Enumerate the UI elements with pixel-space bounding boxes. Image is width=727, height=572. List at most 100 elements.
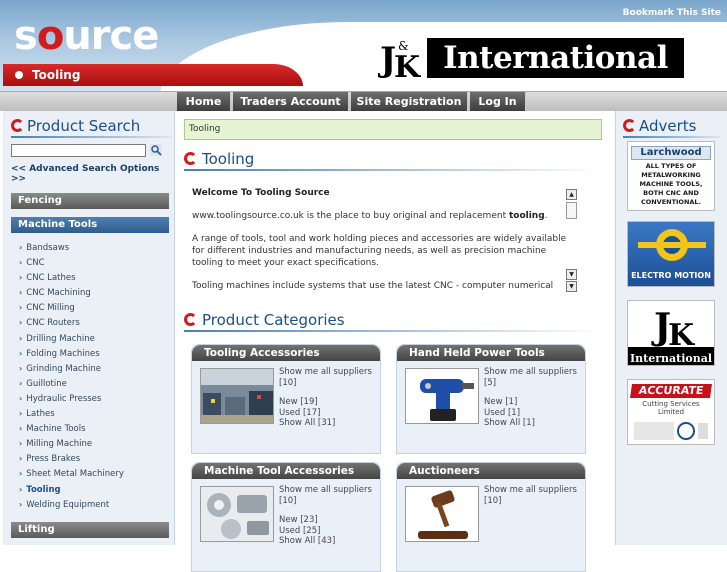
- subcategory-item[interactable]: › Press Brakes: [11, 451, 169, 466]
- product-search-heading: Product Search: [11, 117, 140, 135]
- product-search-title: Product Search: [27, 117, 141, 135]
- new-count-link[interactable]: New [1]: [484, 397, 584, 408]
- subcategory-item[interactable]: › Drilling Machine: [11, 331, 169, 346]
- show-all-link[interactable]: Show All [31]: [279, 418, 379, 429]
- chevron-right-icon: ›: [19, 424, 23, 434]
- intro-paragraph-3: Tooling machines include systems that us…: [192, 281, 554, 291]
- card-title[interactable]: Tooling Accessories: [192, 345, 380, 361]
- subcategory-label: Milling Machine: [26, 439, 93, 450]
- show-suppliers-link[interactable]: Show me all suppliers [5]: [484, 367, 584, 388]
- page-title: Tooling: [184, 150, 254, 168]
- subcategory-label: CNC Machining: [26, 288, 91, 299]
- category-card: Auctioneers Show me all suppliers [10]: [396, 462, 586, 572]
- subcategory-item-current[interactable]: › Tooling: [11, 482, 169, 497]
- scroll-down-arrow-icon[interactable]: ▼: [566, 269, 577, 280]
- scrollbar-thumb[interactable]: [566, 202, 577, 219]
- subcategory-item[interactable]: › Hydraulic Presses: [11, 391, 169, 406]
- subcategory-item[interactable]: › CNC: [11, 255, 169, 270]
- category-machine-tools[interactable]: Machine Tools: [11, 217, 169, 233]
- chevron-right-icon: ›: [19, 393, 23, 403]
- used-count-link[interactable]: Used [25]: [279, 526, 379, 537]
- advert-accurate[interactable]: ACCURATE Cutting Services Limited: [627, 379, 715, 445]
- used-count-link[interactable]: Used [17]: [279, 408, 379, 419]
- card-info: Show me all suppliers [10]: [484, 485, 584, 506]
- card-title[interactable]: Machine Tool Accessories: [192, 463, 380, 479]
- power-drill-image[interactable]: [405, 368, 479, 424]
- subcategory-item[interactable]: › Folding Machines: [11, 346, 169, 361]
- intro-scrollbar[interactable]: ▲ ▼ ▼: [566, 189, 577, 292]
- subcategory-item[interactable]: › Grinding Machine: [11, 361, 169, 376]
- card-info: Show me all suppliers [5] New [1] Used […: [484, 367, 584, 429]
- subcategory-item[interactable]: › CNC Milling: [11, 300, 169, 315]
- categories-heading: Product Categories: [184, 311, 345, 329]
- nav-traders-account[interactable]: Traders Account: [233, 92, 349, 111]
- electro-motion-logo-icon: [638, 229, 706, 261]
- show-suppliers-link[interactable]: Show me all suppliers [10]: [484, 485, 584, 506]
- subcategory-label: Press Brakes: [26, 454, 81, 465]
- subcategory-item[interactable]: › Welding Equipment: [11, 497, 169, 512]
- advert-larchwood[interactable]: Larchwood ALL TYPES OF METALWORKING MACH…: [627, 141, 715, 211]
- search-icon[interactable]: [150, 144, 162, 156]
- subcategory-label: Sheet Metal Machinery: [26, 469, 124, 480]
- site-logo[interactable]: source: [14, 13, 159, 59]
- section-title-bar: Tooling: [3, 64, 303, 86]
- sponsor-banner[interactable]: J K & International: [378, 37, 726, 79]
- card-title[interactable]: Hand Held Power Tools: [397, 345, 585, 361]
- heading-underline: [623, 136, 721, 138]
- nav-home[interactable]: Home: [177, 92, 231, 111]
- bookmark-link[interactable]: Bookmark This Site: [623, 8, 721, 18]
- subcategory-item[interactable]: › CNC Lathes: [11, 270, 169, 285]
- intro-text-box[interactable]: Welcome To Tooling Source www.toolingsou…: [184, 187, 580, 293]
- auction-gavel-image[interactable]: [405, 486, 479, 542]
- subcategory-label: CNC Lathes: [26, 273, 76, 284]
- breadcrumb: Tooling: [184, 119, 602, 140]
- show-suppliers-link[interactable]: Show me all suppliers [10]: [279, 367, 379, 388]
- scroll-up-arrow-icon[interactable]: ▲: [566, 189, 577, 200]
- chevron-right-icon: ›: [19, 378, 23, 388]
- machine-accessories-image[interactable]: [200, 486, 274, 542]
- adverts-heading: Adverts: [623, 117, 697, 135]
- chevron-right-icon: ›: [19, 484, 23, 494]
- subcategory-label: Folding Machines: [26, 348, 100, 359]
- category-fencing[interactable]: Fencing: [11, 193, 169, 209]
- subcategory-item[interactable]: › Guillotine: [11, 376, 169, 391]
- logo-text-s: s: [14, 13, 38, 59]
- chevron-right-icon: ›: [19, 348, 23, 358]
- category-lifting[interactable]: Lifting: [11, 522, 169, 538]
- subcategory-item[interactable]: › CNC Routers: [11, 315, 169, 330]
- show-suppliers-link[interactable]: Show me all suppliers [10]: [279, 485, 379, 506]
- accurate-text: Cutting Services Limited: [642, 400, 700, 416]
- subcategory-label: CNC Milling: [26, 303, 75, 314]
- subcategory-item[interactable]: › Sheet Metal Machinery: [11, 466, 169, 481]
- accurate-brand: ACCURATE: [630, 384, 712, 398]
- card-info: Show me all suppliers [10] New [19] Used…: [279, 367, 379, 429]
- used-count-link[interactable]: Used [1]: [484, 408, 584, 419]
- site-header: Bookmark This Site source Tooling J K & …: [0, 0, 727, 96]
- nav-site-registration[interactable]: Site Registration: [351, 92, 468, 111]
- scroll-down-arrow-icon[interactable]: ▼: [566, 281, 577, 292]
- advert-jk-international[interactable]: J K International: [627, 300, 715, 366]
- section-title: Tooling: [32, 68, 81, 82]
- workshop-photo-icon: [201, 369, 273, 423]
- nav-log-in[interactable]: Log In: [470, 92, 526, 111]
- sponsor-name: International: [443, 40, 668, 76]
- advanced-search-link[interactable]: << Advanced Search Options >>: [11, 164, 174, 184]
- heading-underline: [11, 136, 171, 138]
- subcategory-item[interactable]: › CNC Machining: [11, 285, 169, 300]
- new-count-link[interactable]: New [23]: [279, 515, 379, 526]
- subcategory-label: Hydraulic Presses: [26, 393, 102, 404]
- search-input[interactable]: [11, 144, 146, 157]
- tooling-workshop-image[interactable]: [200, 368, 274, 424]
- subcategory-item[interactable]: › Machine Tools: [11, 421, 169, 436]
- show-all-link[interactable]: Show All [1]: [484, 418, 584, 429]
- heading-underline: [184, 169, 602, 171]
- subcategory-item[interactable]: › Milling Machine: [11, 436, 169, 451]
- subcategory-label: Guillotine: [26, 378, 67, 389]
- subcategory-item[interactable]: › Lathes: [11, 406, 169, 421]
- chevron-right-icon: ›: [19, 469, 23, 479]
- advert-electro-motion[interactable]: ELECTRO MOTION: [627, 221, 715, 287]
- new-count-link[interactable]: New [19]: [279, 397, 379, 408]
- subcategory-item[interactable]: › Bandsaws: [11, 240, 169, 255]
- subcategory-label: Machine Tools: [26, 424, 86, 435]
- card-title[interactable]: Auctioneers: [397, 463, 585, 479]
